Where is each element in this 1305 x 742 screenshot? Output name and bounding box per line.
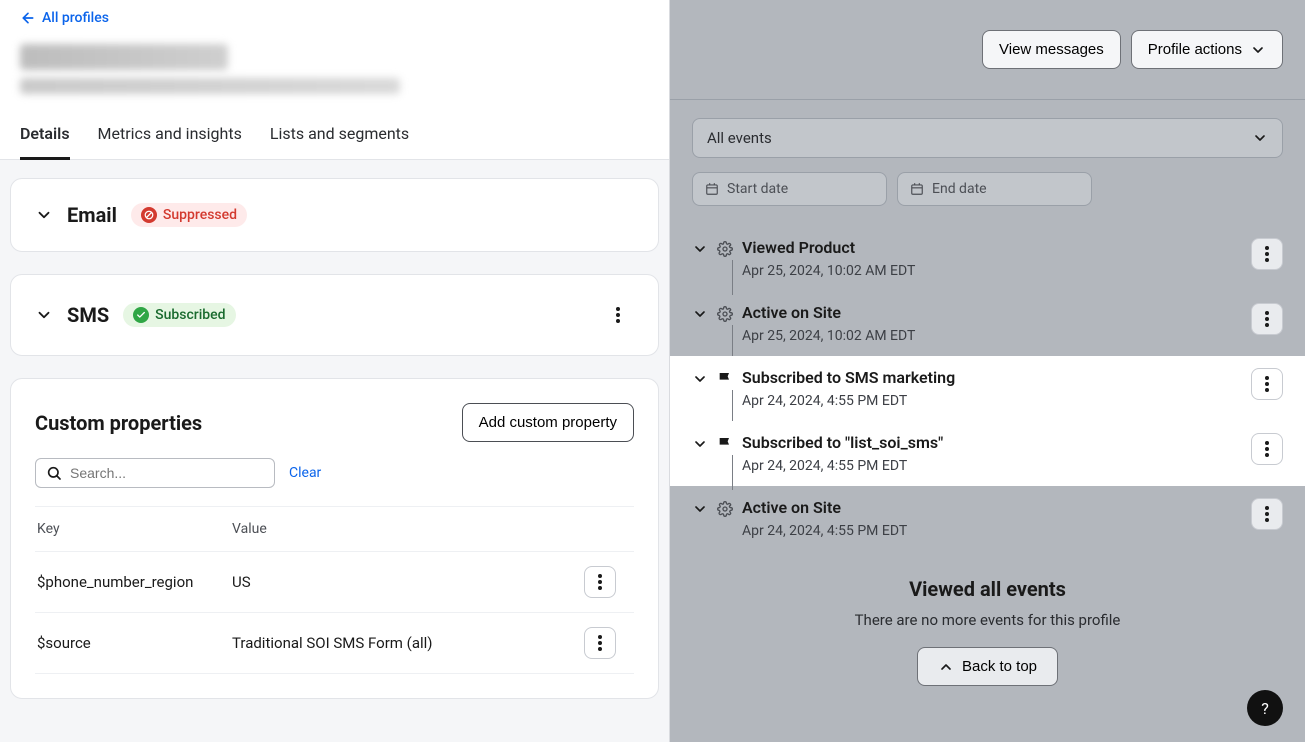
end-date-input[interactable]: End date [897, 172, 1092, 206]
event-date: Apr 25, 2024, 10:02 AM EDT [742, 263, 1243, 279]
profile-actions-label: Profile actions [1148, 41, 1242, 58]
chevron-down-icon [1252, 130, 1268, 146]
table-row: $phone_number_region US [35, 552, 634, 613]
event-date: Apr 25, 2024, 10:02 AM EDT [742, 328, 1243, 344]
subscribed-check-icon [133, 307, 149, 323]
kebab-icon [1265, 317, 1269, 321]
row-menu-button[interactable] [584, 627, 616, 659]
tab-details[interactable]: Details [20, 116, 70, 160]
custom-properties-card: Custom properties Add custom property Cl… [10, 378, 659, 699]
gear-icon [716, 500, 734, 518]
property-key: $phone_number_region [37, 573, 232, 591]
arrow-left-icon [20, 10, 36, 26]
event-menu-button[interactable] [1251, 498, 1283, 530]
event-row: Viewed Product Apr 25, 2024, 10:02 AM ED… [670, 226, 1305, 291]
event-date: Apr 24, 2024, 4:55 PM EDT [742, 458, 1243, 474]
flag-icon [716, 370, 734, 388]
kebab-icon [598, 641, 602, 645]
suppressed-icon [141, 207, 157, 223]
viewed-all-events-title: Viewed all events [692, 577, 1283, 601]
event-title: Subscribed to SMS marketing [742, 368, 1243, 387]
events-filter-select[interactable]: All events [692, 118, 1283, 158]
start-date-input[interactable]: Start date [692, 172, 887, 206]
clear-search-link[interactable]: Clear [289, 465, 321, 481]
tab-metrics[interactable]: Metrics and insights [98, 116, 242, 160]
email-section-card: Email Suppressed [10, 178, 659, 252]
kebab-icon [598, 580, 602, 584]
email-status-badge: Suppressed [131, 203, 247, 227]
value-column-header: Value [232, 521, 584, 537]
event-menu-button[interactable] [1251, 433, 1283, 465]
search-input[interactable] [70, 465, 264, 481]
kebab-icon [1265, 447, 1269, 451]
property-key: $source [37, 634, 232, 652]
no-more-events-text: There are no more events for this profil… [692, 611, 1283, 629]
profile-actions-button[interactable]: Profile actions [1131, 30, 1283, 69]
gear-icon [716, 305, 734, 323]
tab-lists[interactable]: Lists and segments [270, 116, 409, 160]
question-icon: ? [1261, 699, 1269, 718]
custom-properties-title: Custom properties [35, 411, 202, 435]
row-menu-button[interactable] [584, 566, 616, 598]
custom-properties-search[interactable] [35, 458, 275, 488]
kebab-icon [616, 313, 620, 317]
event-row: Subscribed to SMS marketing Apr 24, 2024… [670, 356, 1305, 421]
event-date: Apr 24, 2024, 4:55 PM EDT [742, 523, 1243, 539]
gear-icon [716, 240, 734, 258]
events-filter-label: All events [707, 129, 772, 147]
kebab-icon [1265, 252, 1269, 256]
event-title: Subscribed to "list_soi_sms" [742, 433, 1243, 452]
calendar-icon [910, 182, 924, 196]
view-messages-button[interactable]: View messages [982, 30, 1121, 69]
chevron-down-icon [1250, 42, 1266, 58]
add-custom-property-button[interactable]: Add custom property [462, 403, 634, 442]
chevron-down-icon[interactable] [35, 206, 53, 224]
chevron-up-icon [938, 659, 954, 675]
key-column-header: Key [37, 521, 232, 537]
profile-subtitle-redacted [20, 78, 400, 94]
event-title: Active on Site [742, 303, 1243, 322]
chevron-down-icon[interactable] [692, 501, 708, 517]
back-to-top-button[interactable]: Back to top [917, 647, 1058, 686]
flag-icon [716, 435, 734, 453]
sms-section-menu-button[interactable] [602, 299, 634, 331]
back-to-top-label: Back to top [962, 658, 1037, 675]
profile-tabs: Details Metrics and insights Lists and s… [0, 116, 669, 160]
kebab-icon [1265, 512, 1269, 516]
property-value: US [232, 573, 584, 591]
profile-email-title-redacted [20, 44, 228, 70]
kebab-icon [1265, 382, 1269, 386]
back-all-profiles-link[interactable]: All profiles [20, 10, 109, 26]
event-menu-button[interactable] [1251, 368, 1283, 400]
chevron-down-icon[interactable] [35, 306, 53, 324]
sms-section-title: SMS [67, 303, 109, 327]
event-date: Apr 24, 2024, 4:55 PM EDT [742, 393, 1243, 409]
chevron-down-icon[interactable] [692, 306, 708, 322]
chevron-down-icon[interactable] [692, 371, 708, 387]
end-date-placeholder: End date [932, 181, 987, 197]
event-title: Active on Site [742, 498, 1243, 517]
sms-status-badge: Subscribed [123, 303, 235, 327]
events-timeline: Viewed Product Apr 25, 2024, 10:02 AM ED… [670, 226, 1305, 551]
table-row: $source Traditional SOI SMS Form (all) [35, 613, 634, 674]
calendar-icon [705, 182, 719, 196]
help-button[interactable]: ? [1247, 690, 1283, 726]
back-link-label: All profiles [42, 10, 109, 26]
chevron-down-icon[interactable] [692, 241, 708, 257]
search-icon [46, 465, 62, 481]
event-row: Active on Site Apr 25, 2024, 10:02 AM ED… [670, 291, 1305, 356]
event-menu-button[interactable] [1251, 303, 1283, 335]
email-section-title: Email [67, 203, 117, 227]
sms-section-card: SMS Subscribed [10, 274, 659, 356]
event-row: Subscribed to "list_soi_sms" Apr 24, 202… [670, 421, 1305, 486]
event-title: Viewed Product [742, 238, 1243, 257]
event-menu-button[interactable] [1251, 238, 1283, 270]
email-status-label: Suppressed [163, 207, 237, 223]
event-row: Active on Site Apr 24, 2024, 4:55 PM EDT [670, 486, 1305, 551]
start-date-placeholder: Start date [727, 181, 788, 197]
chevron-down-icon[interactable] [692, 436, 708, 452]
property-value: Traditional SOI SMS Form (all) [232, 634, 584, 652]
sms-status-label: Subscribed [155, 307, 225, 323]
